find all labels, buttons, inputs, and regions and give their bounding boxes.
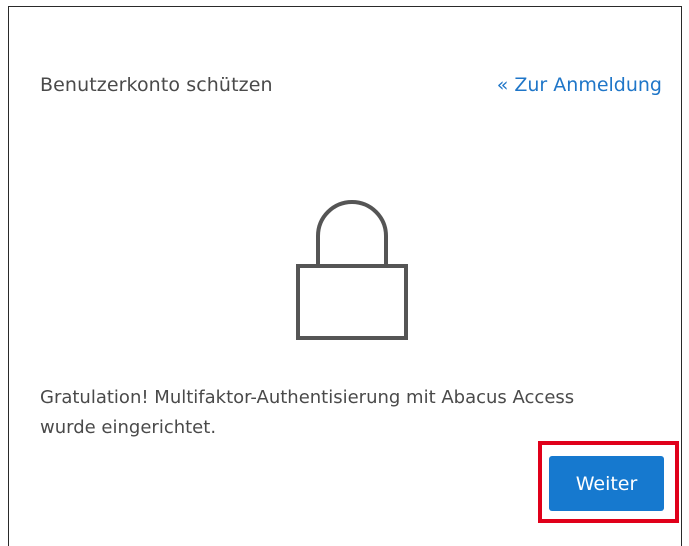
lock-icon: [296, 198, 408, 342]
page-title: Benutzerkonto schützen: [40, 74, 273, 96]
success-message-line-2: wurde eingerichtet.: [40, 417, 217, 438]
success-message: Gratulation! Multifaktor-Authentisierung…: [40, 383, 660, 443]
success-message-line-1: Gratulation! Multifaktor-Authentisierung…: [40, 387, 575, 408]
back-to-login-link[interactable]: « Zur Anmeldung: [497, 74, 662, 96]
next-button[interactable]: Weiter: [549, 456, 664, 511]
